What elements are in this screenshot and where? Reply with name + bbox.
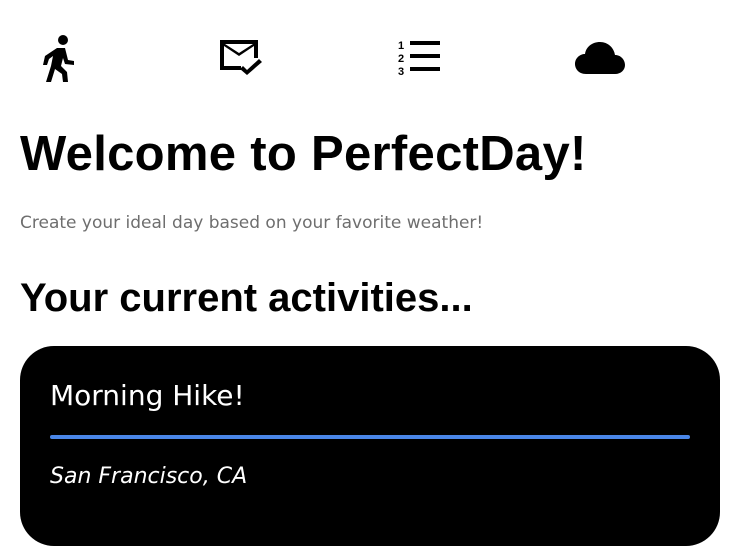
svg-text:1: 1 — [398, 40, 404, 52]
nav-list-button[interactable]: 1 2 3 — [394, 32, 446, 84]
cloud-icon — [575, 42, 625, 74]
mail-check-icon — [220, 40, 262, 75]
svg-text:3: 3 — [398, 66, 404, 78]
activity-divider — [50, 435, 690, 439]
activity-title: Morning Hike! — [50, 379, 245, 412]
running-icon — [43, 35, 74, 82]
page-subtitle: Create your ideal day based on your favo… — [20, 213, 484, 233]
nav-activities-button[interactable] — [33, 32, 85, 84]
top-nav-bar: 1 2 3 — [0, 0, 746, 110]
activities-heading: Your current activities... — [20, 276, 473, 320]
numbered-list-icon: 1 2 3 — [398, 40, 440, 78]
activity-location: San Francisco, CA — [50, 464, 248, 489]
svg-text:2: 2 — [398, 53, 404, 65]
page-title: Welcome to PerfectDay! — [20, 127, 587, 181]
activity-card[interactable]: Morning Hike! San Francisco, CA — [20, 346, 720, 546]
nav-weather-button[interactable] — [574, 32, 626, 84]
nav-inbox-button[interactable] — [214, 32, 266, 84]
